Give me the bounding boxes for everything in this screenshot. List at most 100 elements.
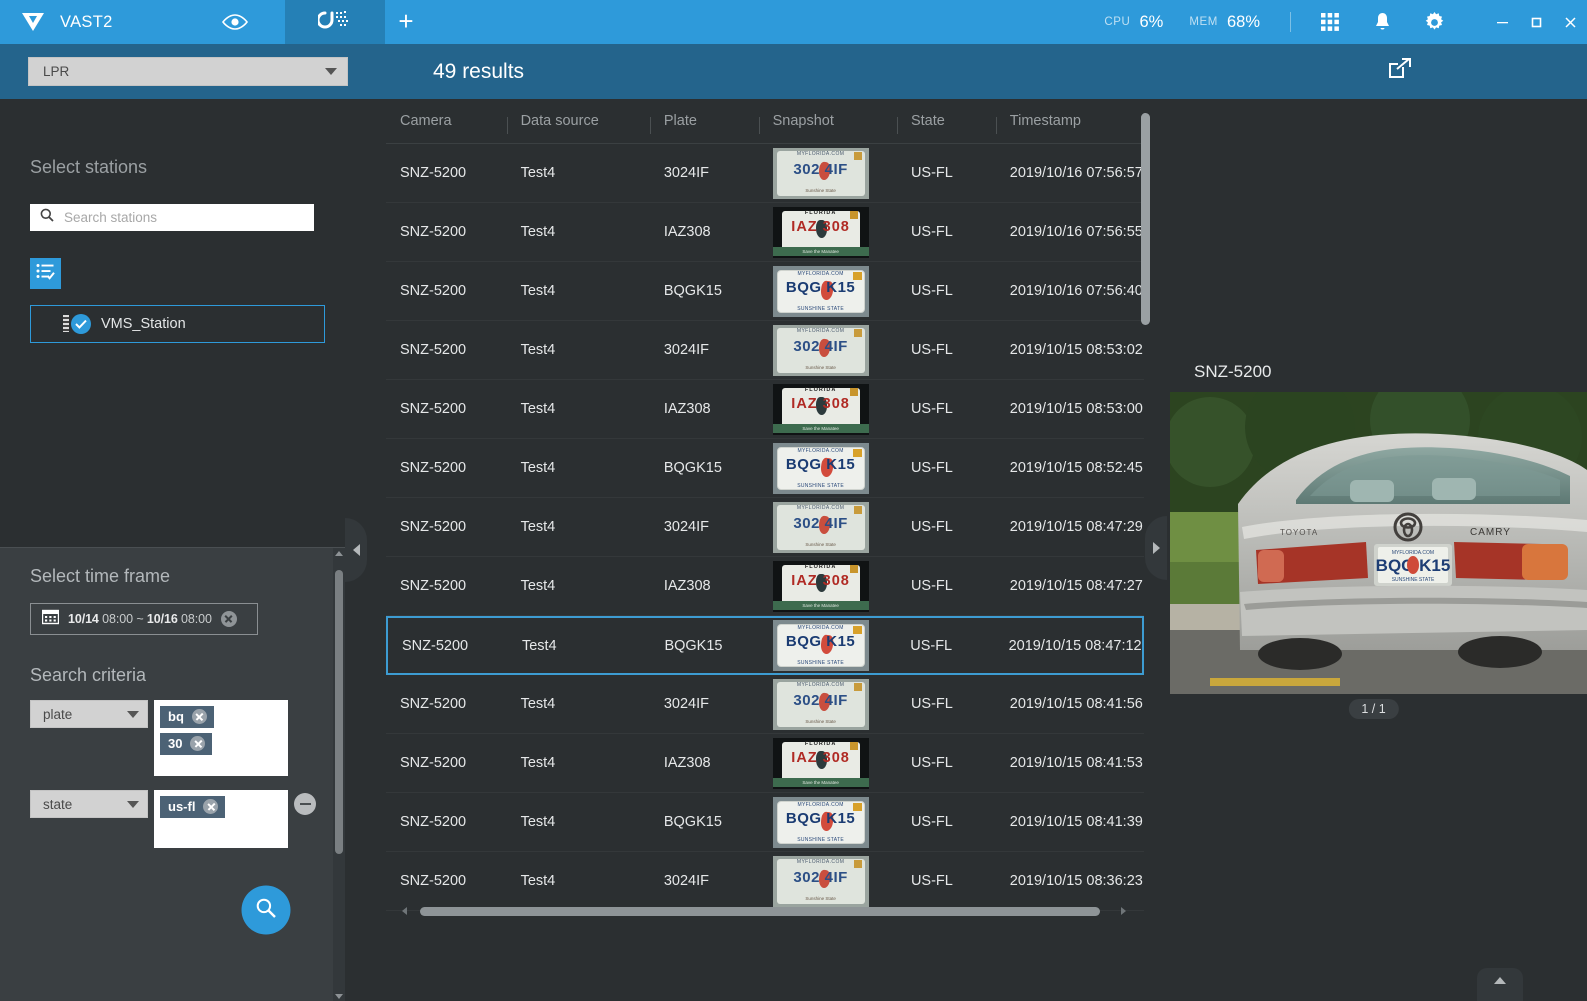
plate-thumbnail: FLORIDA IAZ 308 Save the Manatee — [772, 737, 869, 789]
grid-icon[interactable] — [1319, 11, 1341, 33]
column-header-data-source[interactable]: Data source — [506, 113, 650, 134]
timeframe-field[interactable]: 10/14 08:00 ~ 10/16 08:00 — [30, 603, 258, 635]
tab-lpr-search[interactable] — [285, 0, 385, 44]
timeframe-separator: ~ — [136, 612, 144, 626]
table-row[interactable]: SNZ-5200 Test4 BQGK15 MYFLORIDA.COM BQG K15 S… — [386, 793, 1144, 852]
search-mode-select[interactable]: LPR — [28, 57, 348, 86]
bell-icon[interactable] — [1371, 11, 1393, 33]
criteria-tags-plate[interactable]: bq 30 — [154, 700, 288, 776]
cell-data-source: Test4 — [520, 814, 556, 830]
plate-thumbnail: MYFLORIDA.COM 302 4IF Sunshine State — [772, 855, 869, 907]
cell-snapshot[interactable]: MYFLORIDA.COM BQG K15 SUNSHINE STATE — [759, 796, 897, 848]
minimize-button[interactable] — [1485, 0, 1519, 44]
table-row[interactable]: SNZ-5200 Test4 BQGK15 MYFLORIDA.COM BQG K15 S… — [386, 616, 1144, 675]
plate-thumbnail: MYFLORIDA.COM 302 4IF Sunshine State — [772, 147, 869, 199]
collapse-left-panel-button[interactable] — [345, 518, 367, 582]
cell-snapshot[interactable]: MYFLORIDA.COM 302 4IF Sunshine State — [759, 147, 897, 199]
table-row[interactable]: SNZ-5200 Test4 IAZ308 FLORIDA IAZ 308 Save th… — [386, 557, 1144, 616]
plate-sticker — [852, 271, 862, 280]
export-button[interactable] — [1383, 55, 1417, 87]
column-header-plate[interactable]: Plate — [649, 113, 759, 134]
station-search-box[interactable] — [30, 204, 314, 231]
station-item-vms-station[interactable]: VMS_Station — [30, 305, 325, 343]
plate-sticker — [853, 151, 862, 160]
scroll-down-icon[interactable] — [335, 994, 343, 999]
table-row[interactable]: SNZ-5200 Test4 BQGK15 MYFLORIDA.COM BQG K15 S… — [386, 262, 1144, 321]
column-header-snapshot[interactable]: Snapshot — [758, 113, 897, 134]
cell-data-source: Test4 — [520, 283, 556, 299]
gear-icon[interactable] — [1423, 11, 1445, 33]
scroll-left-icon[interactable] — [402, 907, 407, 915]
tab-live-view[interactable] — [185, 0, 285, 44]
run-search-button[interactable] — [241, 885, 291, 935]
close-button[interactable] — [1553, 0, 1587, 44]
cell-snapshot[interactable]: MYFLORIDA.COM 302 4IF Sunshine State — [759, 501, 897, 553]
filters-scrollbar-thumb[interactable] — [335, 570, 343, 854]
station-checkbox-checked-icon[interactable] — [63, 314, 91, 334]
table-row[interactable]: SNZ-5200 Test4 3024IF MYFLORIDA.COM 302 4IF S… — [386, 852, 1144, 911]
plate-number-text: IAZ 308 — [791, 749, 850, 766]
cell-state: US-FL — [910, 165, 953, 181]
filters-scrollbar[interactable] — [333, 548, 345, 1001]
cell-timestamp: 2019/10/15 08:53:02 — [1009, 342, 1143, 358]
scroll-right-icon[interactable] — [1121, 907, 1126, 915]
column-header-timestamp[interactable]: Timestamp — [995, 113, 1144, 134]
preview-photo: BQG K15 MYFLORIDA.COM SUNSHINE STATE TOY… — [1170, 392, 1587, 694]
cell-snapshot[interactable]: FLORIDA IAZ 308 Save the Manatee — [759, 383, 897, 435]
cell-camera: SNZ-5200 — [400, 578, 467, 594]
column-header-camera[interactable]: Camera — [386, 113, 507, 129]
stations-section: Select stations Search stations VMS_Stat… — [0, 99, 345, 343]
table-horizontal-scrollbar[interactable] — [402, 904, 1126, 918]
cell-timestamp: 2019/10/16 07:56:40 — [1009, 283, 1143, 299]
plate-sticker — [849, 210, 858, 219]
criteria-row-state: state us-fl — [30, 790, 333, 848]
table-row[interactable]: SNZ-5200 Test4 3024IF MYFLORIDA.COM 302 4IF S… — [386, 321, 1144, 380]
criteria-tags-state[interactable]: us-fl — [154, 790, 288, 848]
table-row[interactable]: SNZ-5200 Test4 BQGK15 MYFLORIDA.COM BQG K15 S… — [386, 439, 1144, 498]
cell-snapshot[interactable]: FLORIDA IAZ 308 Save the Manatee — [759, 560, 897, 612]
cell-snapshot[interactable]: MYFLORIDA.COM 302 4IF Sunshine State — [759, 678, 897, 730]
preview-camera-name: SNZ-5200 — [1194, 362, 1272, 381]
tag-label: 30 — [168, 736, 183, 751]
table-row[interactable]: SNZ-5200 Test4 3024IF MYFLORIDA.COM 302 4IF S… — [386, 144, 1144, 203]
cell-snapshot[interactable]: FLORIDA IAZ 308 Save the Manatee — [759, 737, 897, 789]
add-tab-button[interactable]: + — [385, 0, 427, 44]
table-row[interactable]: SNZ-5200 Test4 3024IF MYFLORIDA.COM 302 4IF S… — [386, 675, 1144, 734]
remove-criteria-button[interactable] — [294, 793, 316, 815]
remove-tag-icon[interactable] — [203, 799, 219, 814]
table-hscroll-thumb[interactable] — [420, 907, 1100, 916]
chevron-down-icon — [127, 800, 139, 808]
cell-camera: SNZ-5200 — [400, 755, 467, 771]
cell-camera: SNZ-5200 — [400, 224, 467, 240]
criteria-field-select-state[interactable]: state — [30, 790, 148, 818]
criteria-field-select-plate[interactable]: plate — [30, 700, 148, 728]
maximize-button[interactable] — [1519, 0, 1553, 44]
remove-tag-icon[interactable] — [190, 736, 206, 751]
cell-state: US-FL — [910, 873, 953, 889]
remove-tag-icon[interactable] — [191, 709, 207, 724]
column-header-state[interactable]: State — [896, 113, 996, 134]
table-vscroll-thumb[interactable] — [1141, 113, 1150, 325]
table-row[interactable]: SNZ-5200 Test4 IAZ308 FLORIDA IAZ 308 Save th… — [386, 203, 1144, 262]
plate-number-text: IAZ 308 — [791, 218, 850, 235]
table-row[interactable]: SNZ-5200 Test4 IAZ308 FLORIDA IAZ 308 Save th… — [386, 734, 1144, 793]
list-mode-button[interactable] — [30, 258, 61, 289]
cell-snapshot[interactable]: MYFLORIDA.COM 302 4IF Sunshine State — [759, 324, 897, 376]
cell-snapshot[interactable]: MYFLORIDA.COM BQG K15 SUNSHINE STATE — [759, 620, 897, 671]
table-vertical-scrollbar[interactable] — [1140, 113, 1152, 893]
table-row[interactable]: SNZ-5200 Test4 IAZ308 FLORIDA IAZ 308 Save th… — [386, 380, 1144, 439]
cell-state: US-FL — [910, 460, 953, 476]
cell-snapshot[interactable]: MYFLORIDA.COM 302 4IF Sunshine State — [759, 855, 897, 907]
search-stations-input[interactable] — [64, 210, 314, 225]
clear-timeframe-icon[interactable] — [220, 611, 237, 627]
collapse-right-panel-button[interactable] — [1145, 516, 1167, 580]
expand-bottom-panel-button[interactable] — [1477, 968, 1523, 1001]
cell-snapshot[interactable]: MYFLORIDA.COM BQG K15 SUNSHINE STATE — [759, 265, 897, 317]
cell-snapshot[interactable]: FLORIDA IAZ 308 Save the Manatee — [759, 206, 897, 258]
table-row[interactable]: SNZ-5200 Test4 3024IF MYFLORIDA.COM 302 4IF S… — [386, 498, 1144, 557]
cell-timestamp: 2019/10/15 08:47:12 — [1008, 637, 1142, 654]
scroll-up-icon[interactable] — [335, 551, 343, 556]
criteria-title: Search criteria — [30, 665, 147, 685]
cell-snapshot[interactable]: MYFLORIDA.COM BQG K15 SUNSHINE STATE — [759, 442, 897, 494]
plate-bottom-text: SUNSHINE STATE — [797, 836, 844, 843]
